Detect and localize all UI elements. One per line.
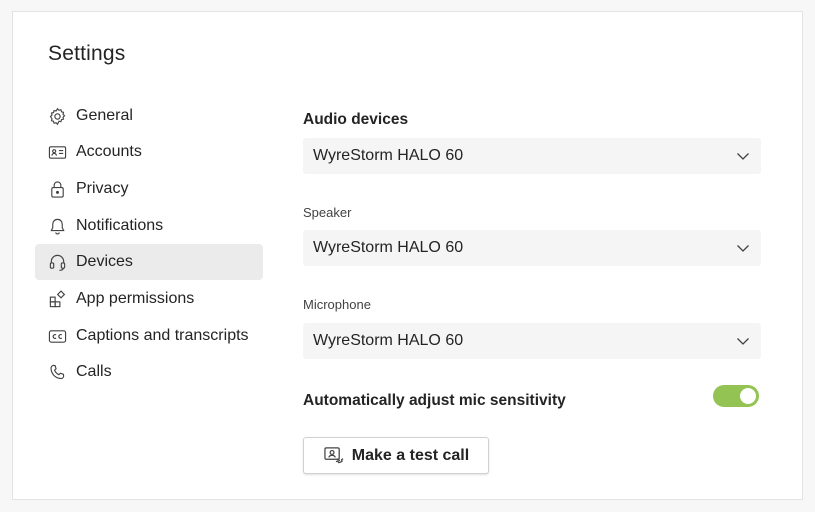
id-card-icon xyxy=(47,142,67,162)
sidebar-item-captions[interactable]: Captions and transcripts xyxy=(35,318,263,354)
sidebar-item-label: Calls xyxy=(76,363,112,380)
microphone-dropdown[interactable]: WyreStorm HALO 60 xyxy=(303,323,761,359)
sidebar-item-label: App permissions xyxy=(76,290,195,307)
toggle-knob xyxy=(740,388,756,404)
sidebar-item-general[interactable]: General xyxy=(35,98,263,134)
sidebar-item-label: Privacy xyxy=(76,180,129,197)
microphone-value: WyreStorm HALO 60 xyxy=(313,332,464,349)
make-test-call-button[interactable]: Make a test call xyxy=(303,437,489,474)
sidebar-item-privacy[interactable]: Privacy xyxy=(35,171,263,207)
bell-icon xyxy=(47,216,67,236)
chevron-down-icon xyxy=(735,148,751,164)
lock-icon xyxy=(47,179,67,199)
sidebar-item-devices[interactable]: Devices xyxy=(35,244,263,280)
chevron-down-icon xyxy=(735,333,751,349)
headset-icon xyxy=(47,252,67,272)
audio-device-value: WyreStorm HALO 60 xyxy=(313,147,464,164)
sidebar-item-label: Devices xyxy=(76,253,133,270)
gear-icon xyxy=(47,106,67,126)
sidebar-item-label: General xyxy=(76,107,133,124)
sidebar-item-notifications[interactable]: Notifications xyxy=(35,208,263,244)
sidebar-item-label: Notifications xyxy=(76,217,164,234)
speaker-dropdown[interactable]: WyreStorm HALO 60 xyxy=(303,230,761,266)
test-call-icon xyxy=(323,446,345,466)
mic-sensitivity-toggle[interactable] xyxy=(713,385,759,407)
sidebar-item-calls[interactable]: Calls xyxy=(35,354,263,390)
speaker-value: WyreStorm HALO 60 xyxy=(313,239,464,256)
sidebar-item-label: Captions and transcripts xyxy=(76,327,249,344)
page-title: Settings xyxy=(48,42,126,65)
make-test-call-label: Make a test call xyxy=(351,446,470,464)
chevron-down-icon xyxy=(735,240,751,256)
speaker-label: Speaker xyxy=(303,205,352,220)
closed-captions-icon xyxy=(47,326,67,346)
audio-device-dropdown[interactable]: WyreStorm HALO 60 xyxy=(303,138,761,174)
sidebar-item-app-permissions[interactable]: App permissions xyxy=(35,281,263,317)
phone-icon xyxy=(47,362,67,382)
sidebar-item-label: Accounts xyxy=(76,143,142,160)
audio-devices-heading: Audio devices xyxy=(303,111,409,128)
app-grid-icon xyxy=(47,289,67,309)
sidebar-item-accounts[interactable]: Accounts xyxy=(35,134,263,170)
mic-sensitivity-label: Automatically adjust mic sensitivity xyxy=(303,392,566,409)
microphone-label: Microphone xyxy=(303,297,371,312)
